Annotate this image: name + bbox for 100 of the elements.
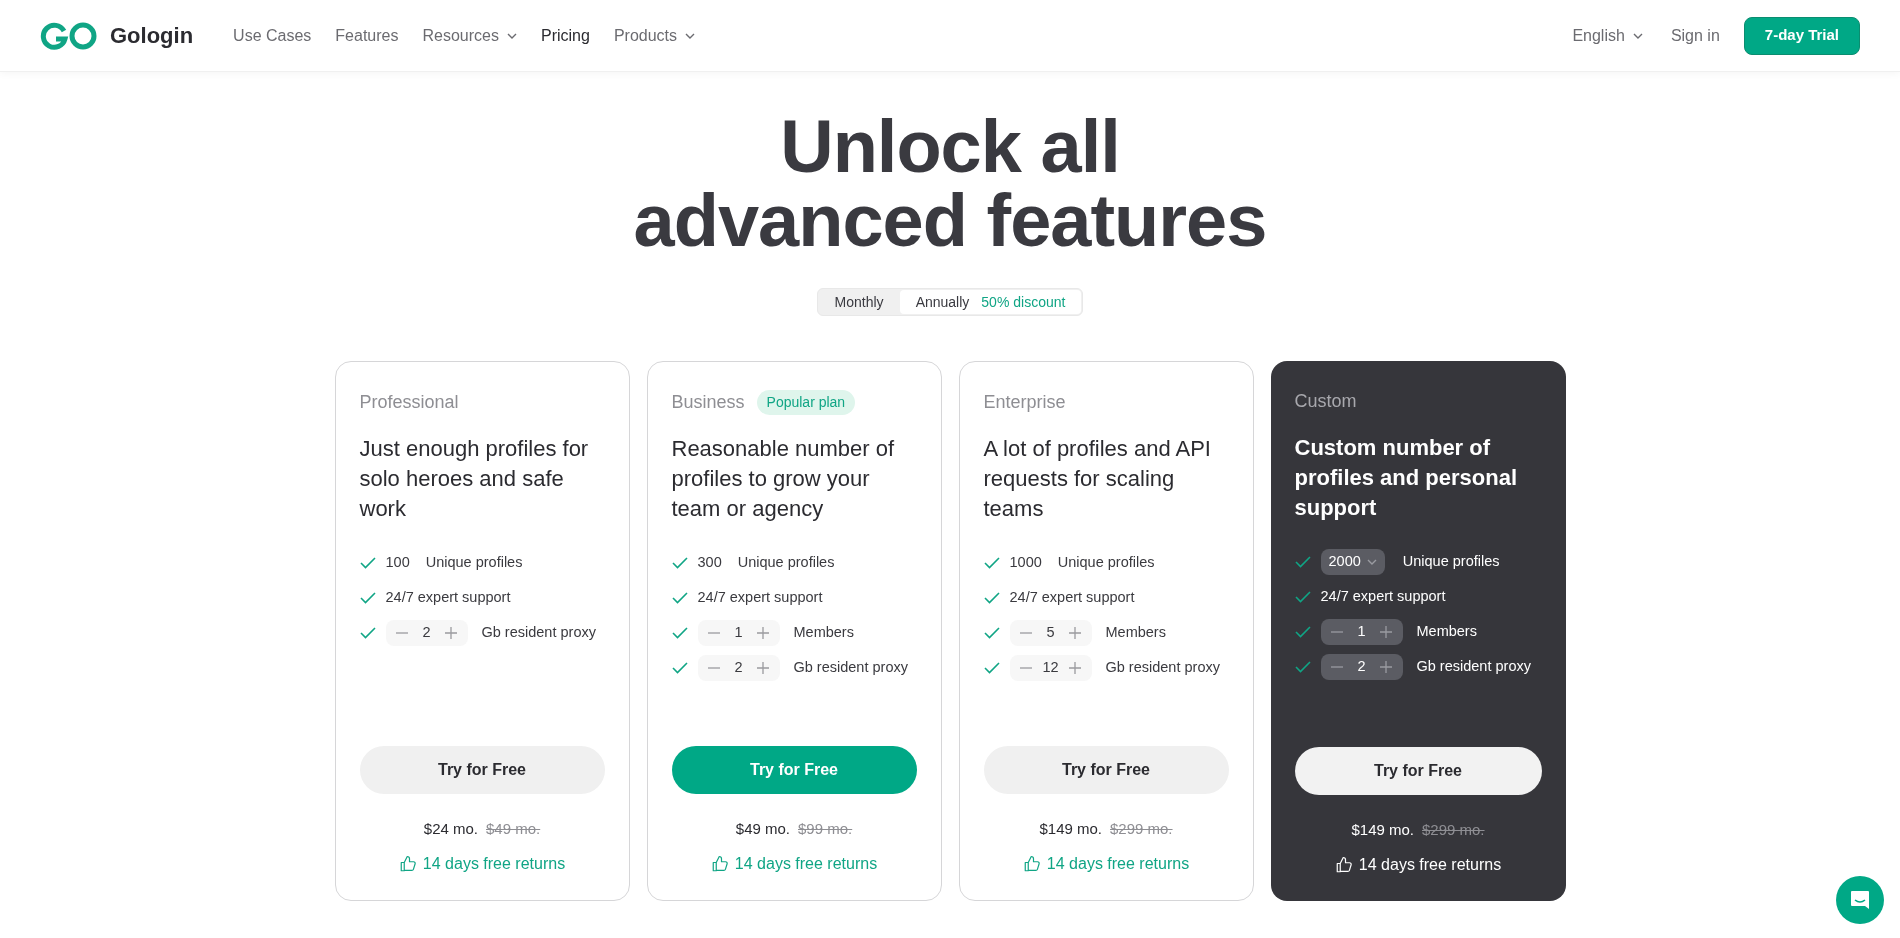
hero-heading: Unlock all advanced features xyxy=(633,110,1267,258)
quantity-stepper[interactable]: 1 xyxy=(1320,619,1403,645)
stepper-value[interactable]: 2 xyxy=(734,657,743,679)
feature-label: Unique profiles xyxy=(1057,553,1155,573)
plan-name: Enterprise xyxy=(983,390,1066,414)
plan-name: Custom xyxy=(1294,389,1357,413)
minus-icon xyxy=(1019,632,1032,634)
thumbs-up-icon xyxy=(398,855,417,873)
plus-icon xyxy=(1069,662,1082,674)
nav-link[interactable]: Products xyxy=(613,23,677,48)
feature-label: Unique profiles xyxy=(425,553,523,573)
minus-icon xyxy=(395,632,408,634)
feature-label: 24/7 expert support xyxy=(1320,587,1446,607)
feature-label: 24/7 expert support xyxy=(697,588,823,608)
check-icon xyxy=(671,662,688,674)
logo-icon xyxy=(40,21,98,50)
feature-label: Gb resident proxy xyxy=(793,658,908,678)
feature-label: Unique profiles xyxy=(1402,552,1500,572)
stepper-value[interactable]: 1 xyxy=(734,622,743,644)
try-free-button[interactable]: Try for Free xyxy=(983,745,1229,794)
check-icon xyxy=(983,592,1000,604)
try-free-button[interactable]: Try for Free xyxy=(359,745,605,794)
feature-count: 100 xyxy=(385,553,410,573)
check-icon xyxy=(671,592,688,604)
stepper-value[interactable]: 12 xyxy=(1042,657,1059,679)
plan-description: Reasonable number of profiles to grow your team or agency xyxy=(671,435,896,523)
quantity-stepper[interactable]: 5 xyxy=(1009,620,1092,646)
discount-label: 50% discount xyxy=(981,292,1066,312)
feature-label: Members xyxy=(1416,622,1477,642)
check-icon xyxy=(671,627,688,639)
thumbs-up-icon xyxy=(710,855,729,873)
price: $24 mo. xyxy=(423,818,478,839)
chat-button[interactable] xyxy=(1836,876,1884,924)
try-free-button[interactable]: Try for Free xyxy=(1294,746,1542,795)
feature-label: 24/7 expert support xyxy=(1009,588,1135,608)
stepper-value[interactable]: 5 xyxy=(1046,622,1055,644)
plan-description: Custom number of profiles and personal support xyxy=(1294,434,1518,522)
feature-label: Unique profiles xyxy=(737,553,835,573)
minus-icon xyxy=(707,667,720,669)
old-price: $99 mo. xyxy=(798,818,853,839)
quantity-stepper[interactable]: 2 xyxy=(1320,654,1403,680)
plan-description: Just enough profiles for solo heroes and safe work xyxy=(359,435,590,523)
check-icon xyxy=(1294,661,1311,673)
plan-name: Professional xyxy=(359,390,459,414)
quantity-stepper[interactable]: 1 xyxy=(697,620,780,646)
logo-text: Gologin xyxy=(110,22,194,50)
quantity-stepper[interactable]: 12 xyxy=(1009,655,1092,681)
chat-icon xyxy=(1849,889,1871,911)
popular-badge: Popular plan xyxy=(756,389,856,415)
feature-label: 24/7 expert support xyxy=(385,588,511,608)
stepper-value[interactable]: 2 xyxy=(1357,656,1366,678)
price: $49 mo. xyxy=(735,818,790,839)
thumbs-up-icon xyxy=(1022,855,1041,873)
check-icon xyxy=(359,557,376,569)
check-icon xyxy=(983,557,1000,569)
thumbs-up-icon xyxy=(1334,856,1353,874)
stepper-value[interactable]: 1 xyxy=(1357,621,1366,643)
plan-name: Business xyxy=(671,390,745,414)
check-icon xyxy=(359,627,376,639)
check-icon xyxy=(1294,626,1311,638)
check-icon xyxy=(359,592,376,604)
sign-in-link[interactable]: Sign in xyxy=(1670,23,1720,48)
profile-count-select[interactable]: 2000 xyxy=(1320,549,1385,575)
check-icon xyxy=(671,557,688,569)
plus-icon xyxy=(445,627,458,639)
minus-icon xyxy=(1330,666,1343,668)
minus-icon xyxy=(1019,667,1032,669)
nav-link[interactable]: Use Cases xyxy=(233,23,312,48)
feature-count: 1000 xyxy=(1009,553,1042,573)
minus-icon xyxy=(707,632,720,634)
plus-icon xyxy=(1069,627,1082,639)
language-select[interactable]: English xyxy=(1572,23,1643,48)
minus-icon xyxy=(1330,631,1343,633)
nav-link[interactable]: Resources xyxy=(422,23,499,48)
nav-link[interactable]: Pricing xyxy=(540,23,590,48)
returns-link[interactable]: 14 days free returns xyxy=(1294,853,1542,877)
chevron-down-icon xyxy=(1632,32,1643,39)
check-icon xyxy=(1294,556,1311,568)
plan-description: A lot of profiles and API requests for scaling teams xyxy=(983,435,1212,523)
plus-icon xyxy=(1380,626,1393,638)
old-price: $299 mo. xyxy=(1110,818,1173,839)
feature-label: Members xyxy=(793,623,854,643)
old-price: $49 mo. xyxy=(486,818,541,839)
feature-label: Members xyxy=(1105,623,1166,643)
feature-count: 300 xyxy=(697,553,722,573)
billing-option[interactable]: Annually 50% discount xyxy=(899,290,1082,314)
nav-link[interactable]: Features xyxy=(335,23,399,48)
feature-label: Gb resident proxy xyxy=(1416,657,1531,677)
plus-icon xyxy=(757,662,770,674)
check-icon xyxy=(983,627,1000,639)
billing-option[interactable]: Monthly xyxy=(818,290,900,314)
stepper-value[interactable]: 2 xyxy=(422,622,431,644)
feature-label: Gb resident proxy xyxy=(481,623,596,643)
feature-label: Gb resident proxy xyxy=(1105,658,1220,678)
plus-icon xyxy=(1380,661,1393,673)
quantity-stepper[interactable]: 2 xyxy=(385,620,468,646)
quantity-stepper[interactable]: 2 xyxy=(697,655,780,681)
price: $149 mo. xyxy=(1039,818,1102,839)
old-price: $299 mo. xyxy=(1422,819,1485,840)
check-icon xyxy=(983,662,1000,674)
